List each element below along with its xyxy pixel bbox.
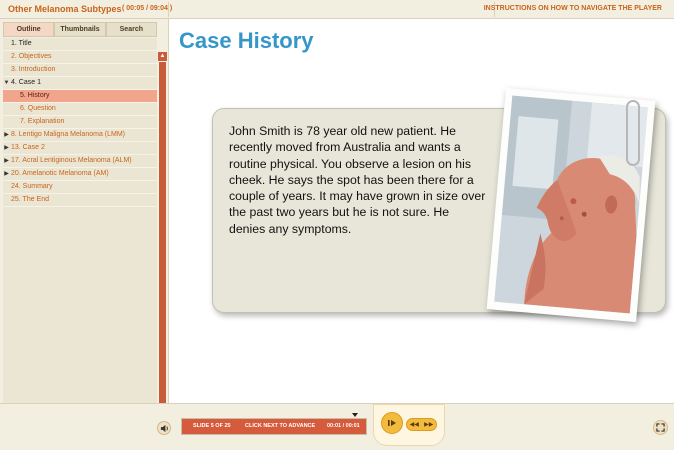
outline-item[interactable]: ▶ 13. Case 2 xyxy=(3,142,157,155)
advance-hint: CLICK NEXT TO ADVANCE xyxy=(245,423,316,429)
outline-item[interactable]: 2. Objectives xyxy=(3,51,157,64)
outline-item[interactable]: 5. History xyxy=(3,90,157,103)
course-time: ( 00:05 / 09:04 ) xyxy=(122,5,173,12)
outline-list: 1. Title 2. Objectives 3. Introduction ▼ 4. … xyxy=(3,38,157,419)
case-history-text: John Smith is 78 year old new patient. H… xyxy=(229,124,486,236)
patient-photo-illustration xyxy=(494,95,648,314)
outline-item[interactable]: ▶ 20. Amelanotic Melanoma (AM) xyxy=(3,168,157,181)
paperclip-icon xyxy=(626,100,640,166)
outline-item-label: 7. Explanation xyxy=(20,118,65,125)
previous-slide-icon[interactable]: ◀◀ xyxy=(410,421,419,428)
course-title: Other Melanoma Subtypes xyxy=(8,4,122,14)
sidebar: Outline Thumbnails Search 1. Title 2. Obj… xyxy=(0,19,169,419)
outline-item[interactable]: ▼ 4. Case 1 xyxy=(3,77,157,90)
expanded-arrow-icon[interactable]: ▼ xyxy=(3,77,10,89)
outline-item-label: 8. Lentigo Maligna Melanoma (LMM) xyxy=(11,131,125,138)
outline-item-label: 17. Acral Lentiginous Melanoma (ALM) xyxy=(11,157,132,164)
outline-item-label: 24. Summary xyxy=(11,183,53,190)
next-slide-icon[interactable]: ▶▶ xyxy=(424,421,433,428)
outline-item-label: 2. Objectives xyxy=(11,53,52,60)
outline-item[interactable]: ▶ 8. Lentigo Maligna Melanoma (LMM) xyxy=(3,129,157,142)
outline-item-label: 20. Amelanotic Melanoma (AM) xyxy=(11,170,109,177)
slide-nav: ◀◀ ▶▶ xyxy=(406,418,437,431)
slide-time: 00:01 / 00:01 xyxy=(327,423,360,429)
scroll-up-icon[interactable]: ▲ xyxy=(158,52,167,61)
speaker-icon-glyph xyxy=(160,424,168,432)
play-pause-icon xyxy=(388,420,396,426)
instructions-link[interactable]: INSTRUCTIONS ON HOW TO NAVIGATE THE PLAY… xyxy=(484,5,662,12)
outline-item[interactable]: 25. The End xyxy=(3,194,157,207)
collapsed-arrow-icon[interactable]: ▶ xyxy=(3,155,10,167)
outline-item[interactable]: 24. Summary xyxy=(3,181,157,194)
outline-item[interactable]: 6. Question xyxy=(3,103,157,116)
tab-outline[interactable]: Outline xyxy=(3,22,55,37)
outline-item-label: 13. Case 2 xyxy=(11,144,45,151)
tab-thumbnails[interactable]: Thumbnails xyxy=(54,22,106,37)
outline-item-label: 4. Case 1 xyxy=(11,79,41,86)
fullscreen-icon[interactable] xyxy=(653,420,668,435)
slide-counter: SLIDE 5 OF 25 xyxy=(193,423,231,429)
slide-progress-bar[interactable]: SLIDE 5 OF 25 CLICK NEXT TO ADVANCE 00:0… xyxy=(181,418,367,435)
tab-search[interactable]: Search xyxy=(105,22,157,37)
collapsed-arrow-icon[interactable]: ▶ xyxy=(3,129,10,141)
playhead-marker[interactable] xyxy=(352,413,358,417)
collapsed-arrow-icon[interactable]: ▶ xyxy=(3,142,10,154)
outline-item[interactable]: ▶ 17. Acral Lentiginous Melanoma (ALM) xyxy=(3,155,157,168)
collapsed-arrow-icon[interactable]: ▶ xyxy=(3,168,10,180)
top-bar: Other Melanoma Subtypes ( 00:05 / 09:04 … xyxy=(0,0,674,19)
sidebar-tabs: Outline Thumbnails Search xyxy=(3,22,157,37)
patient-photo xyxy=(494,95,648,314)
fullscreen-icon-glyph xyxy=(656,423,665,432)
outline-item[interactable]: 1. Title xyxy=(3,38,157,51)
outline-item-label: 5. History xyxy=(20,92,50,99)
outline-item[interactable]: 7. Explanation xyxy=(3,116,157,129)
outline-item[interactable]: 3. Introduction xyxy=(3,64,157,77)
outline-item-label: 1. Title xyxy=(11,40,32,47)
divider xyxy=(168,2,169,17)
slide-title: Case History xyxy=(179,28,314,53)
outline-item-label: 6. Question xyxy=(20,105,56,112)
scrollbar-thumb[interactable] xyxy=(159,62,166,407)
player-bar: SLIDE 5 OF 25 CLICK NEXT TO ADVANCE 00:0… xyxy=(0,403,674,450)
outline-scrollbar[interactable]: ▲ ▼ xyxy=(158,52,167,417)
outline-item-label: 3. Introduction xyxy=(11,66,56,73)
play-pause-button[interactable] xyxy=(381,412,403,434)
speaker-icon[interactable] xyxy=(157,421,171,435)
outline-item-label: 25. The End xyxy=(11,196,50,203)
